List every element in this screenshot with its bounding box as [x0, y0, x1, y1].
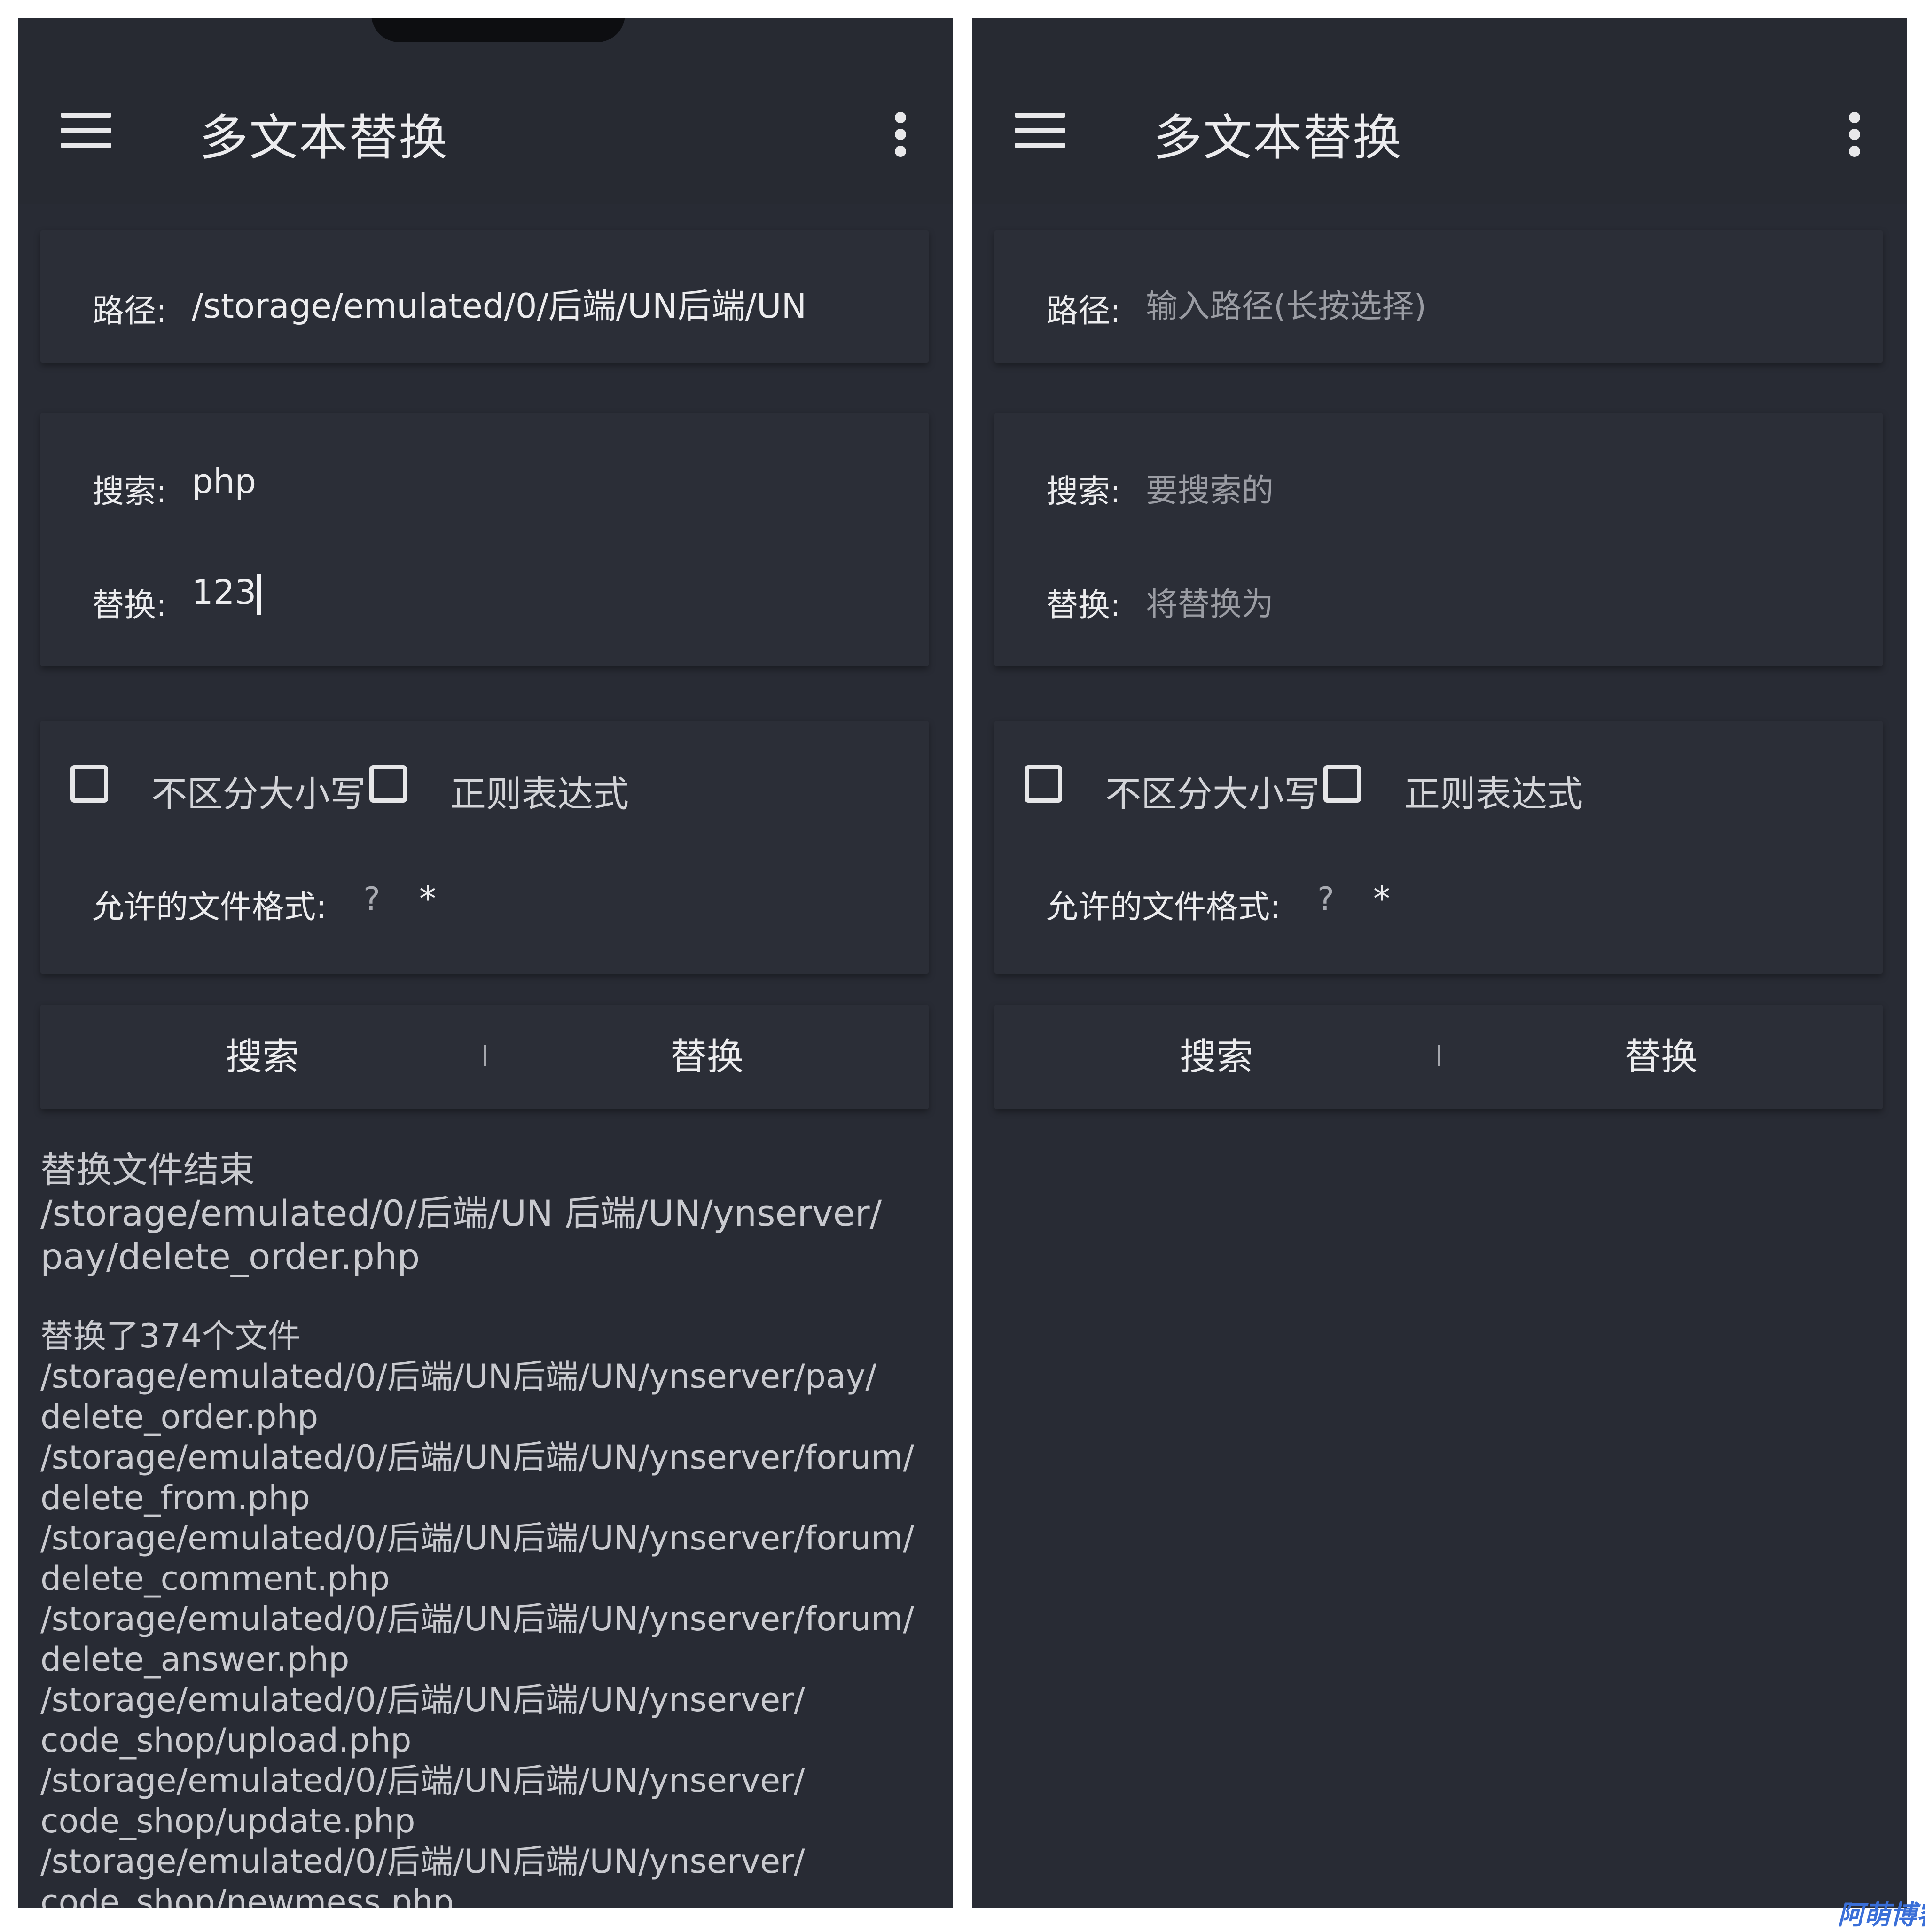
- search-button[interactable]: 搜索: [994, 1005, 1438, 1109]
- app-title: 多文本替换: [1153, 109, 1403, 166]
- result-log: 替换了374个文件 /storage/emulated/0/后端/UN后端/UN…: [40, 1317, 914, 1908]
- replace-button[interactable]: 替换: [1439, 1005, 1883, 1109]
- more-vert-icon[interactable]: [1845, 93, 1864, 173]
- replace-input[interactable]: 将替换为: [1146, 578, 1851, 625]
- search-label: 搜索:: [1046, 473, 1121, 510]
- path-card: 路径: 输入路径(长按选择): [994, 230, 1883, 363]
- path-input[interactable]: 输入路径(长按选择): [1146, 280, 1851, 327]
- hamburger-menu-icon[interactable]: [61, 112, 111, 149]
- right-screen: 多文本替换 路径: 输入路径(长按选择) 搜索: 要搜索的 替换: 将替换为 不…: [972, 18, 1907, 1908]
- replace-input[interactable]: 123: [192, 572, 897, 616]
- case-insensitive-checkbox[interactable]: [70, 765, 108, 803]
- regex-checkbox[interactable]: [369, 765, 407, 803]
- camera-notch: [371, 18, 625, 42]
- action-buttons-card: 搜索 替换: [40, 1005, 929, 1109]
- text-cursor: [257, 574, 261, 616]
- file-format-input[interactable]: *: [419, 879, 436, 918]
- search-input[interactable]: php: [192, 461, 897, 501]
- options-card: 不区分大小写 正则表达式 允许的文件格式: ? *: [994, 721, 1883, 974]
- hamburger-menu-icon[interactable]: [1015, 112, 1065, 149]
- path-label: 路径:: [92, 293, 167, 330]
- search-input[interactable]: 要搜索的: [1146, 464, 1851, 511]
- help-icon[interactable]: ?: [363, 881, 380, 918]
- case-insensitive-label[interactable]: 不区分大小写: [151, 765, 366, 817]
- options-card: 不区分大小写 正则表达式 允许的文件格式: ? *: [40, 721, 929, 974]
- file-format-label: 允许的文件格式:: [1046, 889, 1281, 926]
- path-input[interactable]: /storage/emulated/0/后端/UN后端/UN: [192, 278, 897, 328]
- replace-input-text: 123: [192, 572, 257, 612]
- search-replace-card: 搜索: 要搜索的 替换: 将替换为: [994, 413, 1883, 666]
- search-button[interactable]: 搜索: [40, 1005, 484, 1109]
- file-format-input[interactable]: *: [1373, 879, 1390, 918]
- search-replace-card: 搜索: php 替换: 123: [40, 413, 929, 666]
- result-summary: 替换文件结束 /storage/emulated/0/后端/UN 后端/UN/y…: [40, 1149, 882, 1277]
- more-vert-icon[interactable]: [891, 93, 910, 173]
- search-label: 搜索:: [92, 473, 167, 510]
- left-screen: 多文本替换 路径: /storage/emulated/0/后端/UN后端/UN…: [18, 18, 953, 1908]
- replace-label: 替换:: [1046, 587, 1121, 624]
- case-insensitive-checkbox[interactable]: [1025, 765, 1062, 803]
- regex-label[interactable]: 正则表达式: [1404, 765, 1583, 817]
- app-bar: 多文本替换: [18, 18, 953, 204]
- action-buttons-card: 搜索 替换: [994, 1005, 1883, 1109]
- watermark-logo: 阿萌博客: [1838, 1900, 1925, 1931]
- path-card: 路径: /storage/emulated/0/后端/UN后端/UN: [40, 230, 929, 363]
- file-format-label: 允许的文件格式:: [92, 889, 327, 926]
- app-bar: 多文本替换: [972, 18, 1907, 204]
- replace-button[interactable]: 替换: [485, 1005, 929, 1109]
- case-insensitive-label[interactable]: 不区分大小写: [1105, 765, 1320, 817]
- regex-checkbox[interactable]: [1323, 765, 1361, 803]
- path-label: 路径:: [1046, 293, 1121, 330]
- replace-label: 替换:: [92, 587, 167, 624]
- regex-label[interactable]: 正则表达式: [450, 765, 629, 817]
- app-title: 多文本替换: [199, 109, 449, 166]
- help-icon[interactable]: ?: [1317, 881, 1334, 918]
